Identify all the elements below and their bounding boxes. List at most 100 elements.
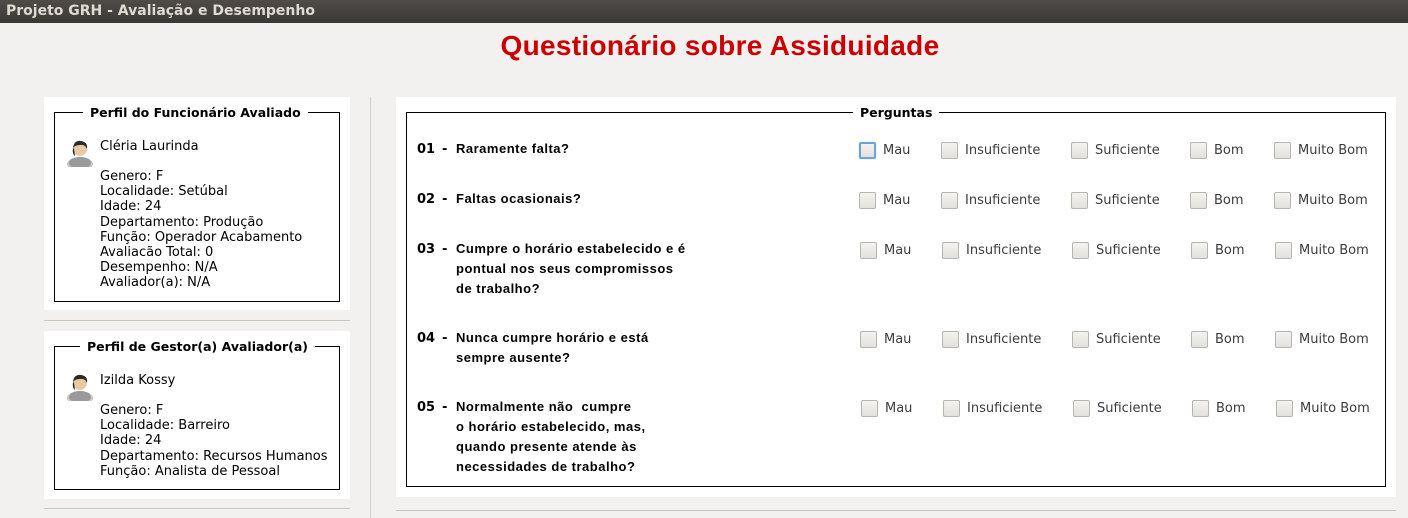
rating-checkbox[interactable] bbox=[1071, 141, 1088, 159]
rating-checkbox[interactable] bbox=[1275, 330, 1292, 348]
employee-detail-total-evaluation: Avaliacão Total: 0 bbox=[100, 245, 214, 261]
rating-option-label[interactable]: Muito Bom bbox=[1299, 332, 1369, 347]
rating-option-label[interactable]: Suficiente bbox=[1097, 401, 1162, 416]
rating-checkbox[interactable] bbox=[1191, 330, 1208, 348]
rating-option-muito-bom[interactable]: Muito Bom bbox=[1274, 191, 1368, 209]
rating-option-label[interactable]: Bom bbox=[1214, 193, 1244, 208]
question-text: Normalmente não cumpre o horário estabele… bbox=[456, 397, 646, 477]
rating-checkbox[interactable] bbox=[1274, 141, 1291, 159]
employee-detail-performance: Desempenho: N/A bbox=[100, 260, 218, 276]
rating-option-bom[interactable]: Bom bbox=[1191, 330, 1245, 348]
rating-checkbox[interactable] bbox=[860, 241, 877, 259]
rating-option-label[interactable]: Suficiente bbox=[1096, 332, 1161, 347]
question-text: Faltas ocasionais? bbox=[456, 189, 581, 209]
rating-option-label[interactable]: Insuficiente bbox=[965, 143, 1040, 158]
manager-details: Genero: F Localidade: Barreiro Idade: 24… bbox=[100, 403, 328, 479]
rating-option-mau[interactable]: Mau bbox=[860, 241, 911, 259]
rating-checkbox[interactable] bbox=[1276, 399, 1293, 417]
rating-option-insuficiente[interactable]: Insuficiente bbox=[941, 141, 1040, 159]
rating-checkbox[interactable] bbox=[941, 141, 958, 159]
rating-option-label[interactable]: Mau bbox=[884, 332, 911, 347]
rating-checkbox[interactable] bbox=[861, 399, 878, 417]
rating-checkbox[interactable] bbox=[1275, 241, 1292, 259]
question-text: Cumpre o horário estabelecido e é pontual… bbox=[456, 239, 686, 299]
question-number: 02 bbox=[417, 192, 436, 207]
rating-option-label[interactable]: Suficiente bbox=[1095, 193, 1160, 208]
question-text-line: pontual nos seus compromissos bbox=[456, 261, 674, 276]
rating-option-suficiente[interactable]: Suficiente bbox=[1073, 399, 1162, 417]
rating-option-suficiente[interactable]: Suficiente bbox=[1072, 330, 1161, 348]
rating-checkbox[interactable] bbox=[942, 330, 959, 348]
rating-option-label[interactable]: Mau bbox=[885, 401, 912, 416]
question-text: Nunca cumpre horário e está sempre ausent… bbox=[456, 328, 649, 368]
rating-checkbox[interactable] bbox=[859, 191, 876, 209]
question-text-line: quando presente atende às bbox=[456, 439, 637, 454]
rating-checkbox[interactable] bbox=[1190, 191, 1207, 209]
rating-option-suficiente[interactable]: Suficiente bbox=[1071, 141, 1160, 159]
rating-option-label[interactable]: Muito Bom bbox=[1298, 193, 1368, 208]
rating-option-label[interactable]: Mau bbox=[884, 243, 911, 258]
rating-option-label[interactable]: Insuficiente bbox=[965, 193, 1040, 208]
rating-option-label[interactable]: Bom bbox=[1215, 332, 1245, 347]
rating-option-label[interactable]: Insuficiente bbox=[966, 243, 1041, 258]
rating-option-insuficiente[interactable]: Insuficiente bbox=[943, 399, 1042, 417]
rating-option-label[interactable]: Suficiente bbox=[1095, 143, 1160, 158]
rating-checkbox[interactable] bbox=[1072, 241, 1089, 259]
rating-option-label[interactable]: Mau bbox=[883, 143, 910, 158]
rating-option-mau[interactable]: Mau bbox=[861, 399, 912, 417]
rating-checkbox[interactable] bbox=[942, 241, 959, 259]
rating-option-muito-bom[interactable]: Muito Bom bbox=[1275, 330, 1369, 348]
rating-checkbox[interactable] bbox=[941, 191, 958, 209]
question-text-line: Faltas ocasionais? bbox=[456, 191, 582, 206]
divider bbox=[396, 510, 1396, 511]
person-avatar-icon bbox=[67, 140, 93, 167]
question-separator: - bbox=[442, 242, 448, 257]
rating-option-label[interactable]: Suficiente bbox=[1096, 243, 1161, 258]
manager-detail-function: Função: Analista de Pessoal bbox=[100, 463, 280, 479]
rating-option-label[interactable]: Insuficiente bbox=[967, 401, 1042, 416]
employee-detail-location: Localidade: Setúbal bbox=[100, 184, 228, 200]
rating-option-label[interactable]: Muito Bom bbox=[1300, 401, 1370, 416]
rating-option-muito-bom[interactable]: Muito Bom bbox=[1275, 241, 1369, 259]
rating-option-bom[interactable]: Bom bbox=[1192, 399, 1246, 417]
employee-detail-function: Função: Operador Acabamento bbox=[100, 229, 303, 245]
rating-option-bom[interactable]: Bom bbox=[1190, 141, 1244, 159]
rating-option-insuficiente[interactable]: Insuficiente bbox=[941, 191, 1040, 209]
rating-option-label[interactable]: Mau bbox=[883, 193, 910, 208]
rating-option-mau[interactable]: Mau bbox=[859, 141, 910, 159]
rating-option-mau[interactable]: Mau bbox=[860, 330, 911, 348]
rating-checkbox[interactable] bbox=[1191, 241, 1208, 259]
rating-checkbox[interactable] bbox=[1071, 191, 1088, 209]
rating-option-bom[interactable]: Bom bbox=[1191, 241, 1245, 259]
rating-checkbox[interactable] bbox=[1072, 330, 1089, 348]
rating-option-insuficiente[interactable]: Insuficiente bbox=[942, 330, 1041, 348]
rating-option-mau[interactable]: Mau bbox=[859, 191, 910, 209]
question-text-line: necessidades de trabalho? bbox=[456, 459, 636, 474]
rating-option-muito-bom[interactable]: Muito Bom bbox=[1276, 399, 1370, 417]
rating-option-bom[interactable]: Bom bbox=[1190, 191, 1244, 209]
manager-detail-age: Idade: 24 bbox=[100, 433, 162, 449]
rating-option-suficiente[interactable]: Suficiente bbox=[1072, 241, 1161, 259]
questions-legend: Perguntas bbox=[853, 105, 940, 121]
rating-option-suficiente[interactable]: Suficiente bbox=[1071, 191, 1160, 209]
rating-checkbox[interactable] bbox=[1274, 191, 1291, 209]
rating-option-label[interactable]: Bom bbox=[1216, 401, 1246, 416]
question-text-line: Nunca cumpre horário e está bbox=[456, 330, 649, 345]
rating-option-insuficiente[interactable]: Insuficiente bbox=[942, 241, 1041, 259]
rating-checkbox[interactable] bbox=[860, 330, 877, 348]
rating-option-label[interactable]: Insuficiente bbox=[966, 332, 1041, 347]
rating-option-label[interactable]: Bom bbox=[1214, 143, 1244, 158]
manager-detail-location: Localidade: Barreiro bbox=[100, 418, 230, 434]
rating-checkbox[interactable] bbox=[859, 141, 876, 159]
divider bbox=[44, 320, 350, 321]
rating-option-muito-bom[interactable]: Muito Bom bbox=[1274, 141, 1368, 159]
rating-option-label[interactable]: Muito Bom bbox=[1299, 243, 1369, 258]
rating-checkbox[interactable] bbox=[1073, 399, 1090, 417]
rating-checkbox[interactable] bbox=[1192, 399, 1209, 417]
rating-checkbox[interactable] bbox=[1190, 141, 1207, 159]
rating-option-label[interactable]: Bom bbox=[1215, 243, 1245, 258]
rating-option-label[interactable]: Muito Bom bbox=[1298, 143, 1368, 158]
question-text-line: Cumpre o horário estabelecido e é bbox=[456, 241, 686, 256]
employee-profile-legend: Perfil do Funcionário Avaliado bbox=[83, 105, 308, 121]
rating-checkbox[interactable] bbox=[943, 399, 960, 417]
